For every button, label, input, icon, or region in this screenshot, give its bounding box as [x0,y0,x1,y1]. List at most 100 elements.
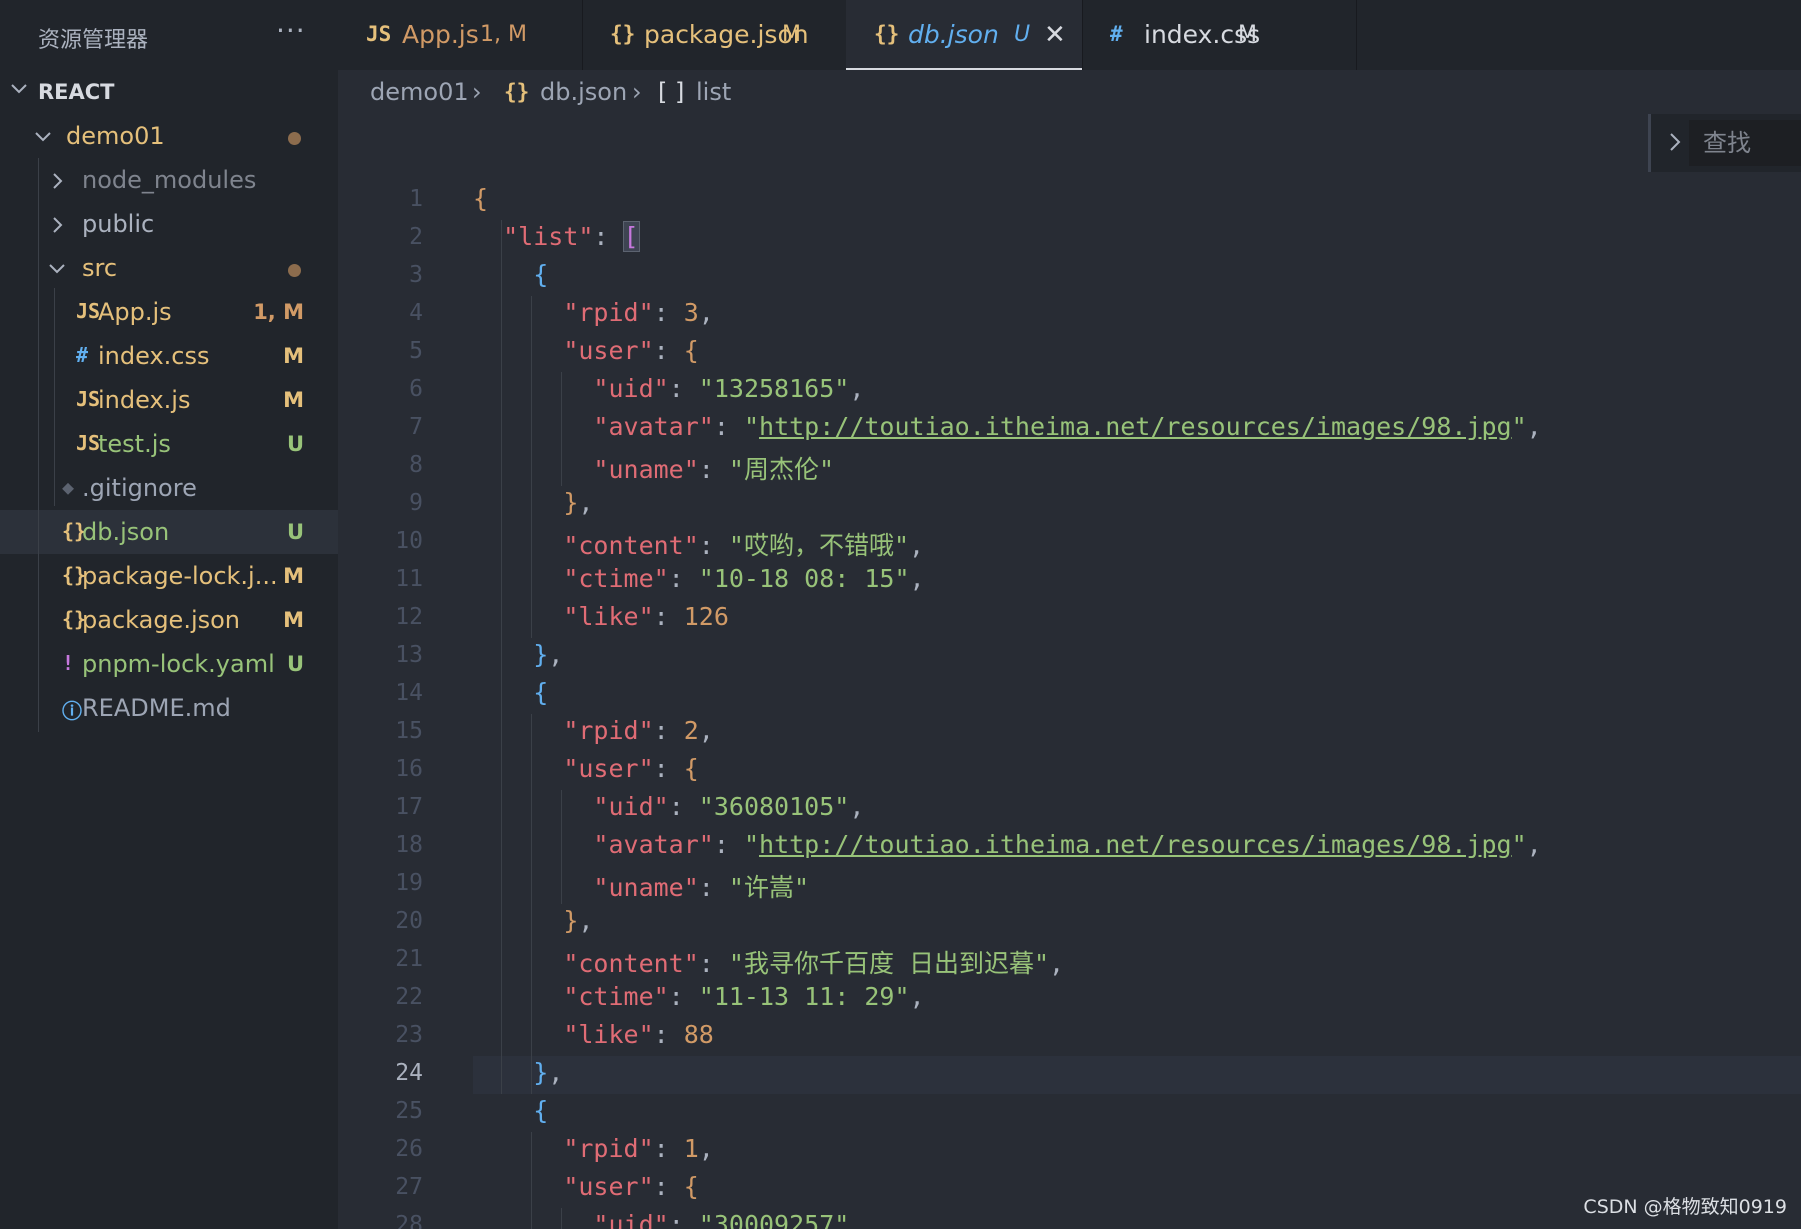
tab-git-status: U [1014,22,1031,47]
line-number: 6 [409,376,423,402]
code-text: "avatar": "http://toutiao.itheima.net/re… [593,830,1542,859]
explorer-header: 资源管理器 ··· [0,0,338,70]
code-line[interactable]: 19 "uname": "许嵩" [338,866,1801,904]
close-tab-icon[interactable]: ✕ [1044,20,1066,50]
tree-item-index-js[interactable]: JS index.js M [0,378,338,422]
code-line[interactable]: 24 }, [338,1056,1801,1094]
chevron-down-icon [8,78,30,104]
breadcrumb-separator: › [472,78,482,106]
code-line[interactable]: 4 "rpid": 3, [338,296,1801,334]
tree-item-gitignore[interactable]: ◆ .gitignore [0,466,338,510]
tree-item-index-css[interactable]: # index.css M [0,334,338,378]
line-number: 2 [409,224,423,250]
line-number: 27 [395,1174,423,1200]
code-line[interactable]: 26 "rpid": 1, [338,1132,1801,1170]
explorer-sidebar: 资源管理器 ··· REACT demo01 node_modulespublic… [0,0,338,1229]
tree-item-label: node_modules [82,166,257,194]
tree-item-label: package.json [82,606,241,634]
line-number: 11 [395,566,423,592]
code-line[interactable]: 12 "like": 126 [338,600,1801,638]
tree-item-app-js[interactable]: JS App.js 1, M [0,290,338,334]
code-text: "content": "我寻你千百度 日出到迟暮", [563,949,1065,978]
code-text: { [533,678,549,707]
code-line[interactable]: 3 { [338,258,1801,296]
breadcrumb-folder[interactable]: demo01 [370,78,469,106]
breadcrumb-symbol[interactable]: list [696,78,731,106]
code-line[interactable]: 22 "ctime": "11-13 11: 29", [338,980,1801,1018]
tree-item-demo01[interactable]: demo01 [0,114,338,158]
code-line[interactable]: 6 "uid": "13258165", [338,372,1801,410]
code-text: "user": { [563,336,699,365]
code-line[interactable]: 28 "uid": "30009257", [338,1208,1801,1229]
code-text: "ctime": "11-13 11: 29", [563,982,925,1011]
code-line[interactable]: 16 "user": { [338,752,1801,790]
code-line[interactable]: 10 "content": "哎哟，不错哦", [338,524,1801,562]
code-text: { [533,260,549,289]
tab-index-css[interactable]: # index.css M [1082,0,1357,70]
tree-item-node-modules[interactable]: node_modules [0,158,338,202]
breadcrumb-file[interactable]: db.json [540,78,627,106]
code-line[interactable]: 17 "uid": "36080105", [338,790,1801,828]
code-line[interactable]: 1{ [338,182,1801,220]
code-line[interactable]: 2 "list": [ [338,220,1801,258]
tree-item-pnpm-lock-yaml[interactable]: ! pnpm-lock.yaml U [0,642,338,686]
line-number: 28 [395,1212,423,1229]
line-number: 14 [395,680,423,706]
code-line[interactable]: 23 "like": 88 [338,1018,1801,1056]
code-text: "like": 126 [563,602,729,631]
tree-item-label: test.js [98,430,171,458]
code-line[interactable]: 7 "avatar": "http://toutiao.itheima.net/… [338,410,1801,448]
indent-guide [531,1132,533,1229]
tab-git-status: 1, M [480,22,527,47]
tree-item-db-json[interactable]: {} db.json U [0,510,338,554]
code-line[interactable]: 15 "rpid": 2, [338,714,1801,752]
array-symbol-icon: [ ] [658,78,685,106]
line-number: 5 [409,338,423,364]
code-line[interactable]: 18 "avatar": "http://toutiao.itheima.net… [338,828,1801,866]
tree-item-package-json[interactable]: {} package.json M [0,598,338,642]
css-file-icon: # [1110,22,1123,46]
code-text: "like": 88 [563,1020,714,1049]
line-number: 23 [395,1022,423,1048]
tree-item-src[interactable]: src [0,246,338,290]
code-text: { [473,184,489,213]
code-text: "content": "哎哟，不错哦", [563,531,925,560]
code-line[interactable]: 11 "ctime": "10-18 08: 15", [338,562,1801,600]
code-line[interactable]: 21 "content": "我寻你千百度 日出到迟暮", [338,942,1801,980]
tree-item-public[interactable]: public [0,202,338,246]
editor-tab-bar: JS App.js 1, M{} package.json M{} db.json U ✕ # i… [338,0,1801,70]
code-text: "list": [ [503,221,640,252]
tree-item-package-lock-j[interactable]: {} package-lock.j... M [0,554,338,598]
code-text: "user": { [563,1172,699,1201]
git-status-badge: U [286,432,304,456]
code-line[interactable]: 20 }, [338,904,1801,942]
code-line[interactable]: 13 }, [338,638,1801,676]
code-line[interactable]: 5 "user": { [338,334,1801,372]
tab-db-json[interactable]: {} db.json U ✕ [846,0,1083,70]
tree-item-test-js[interactable]: JS test.js U [0,422,338,466]
line-number: 21 [395,946,423,972]
code-line[interactable]: 9 }, [338,486,1801,524]
git-status-badge: M [283,564,304,588]
line-number: 20 [395,908,423,934]
code-line[interactable]: 14 { [338,676,1801,714]
line-number: 12 [395,604,423,630]
chevron-down-icon [46,258,68,284]
code-editor[interactable]: 1{2 "list": [3 {4 "rpid": 3, 5 "user": {6… [338,150,1801,1229]
code-line[interactable]: 25 { [338,1094,1801,1132]
css-file-icon: # [76,343,89,367]
info-icon: ⓘ [62,699,82,723]
line-number: 4 [409,300,423,326]
git-status-badge: U [286,520,304,544]
code-text: "avatar": "http://toutiao.itheima.net/re… [593,412,1542,441]
tab-app-js[interactable]: JS App.js 1, M [338,0,583,70]
tree-item-label: README.md [82,694,231,722]
tab-package-json[interactable]: {} package.json M [582,0,847,70]
more-actions-icon[interactable]: ··· [276,14,306,47]
code-line[interactable]: 8 "uname": "周杰伦" [338,448,1801,486]
tree-item-readme-md[interactable]: ⓘ README.md [0,686,338,730]
code-line[interactable]: 27 "user": { [338,1170,1801,1208]
javascript-file-icon: JS [76,387,101,411]
workspace-section-header[interactable]: REACT [0,74,338,110]
tree-item-label: App.js [98,298,172,326]
